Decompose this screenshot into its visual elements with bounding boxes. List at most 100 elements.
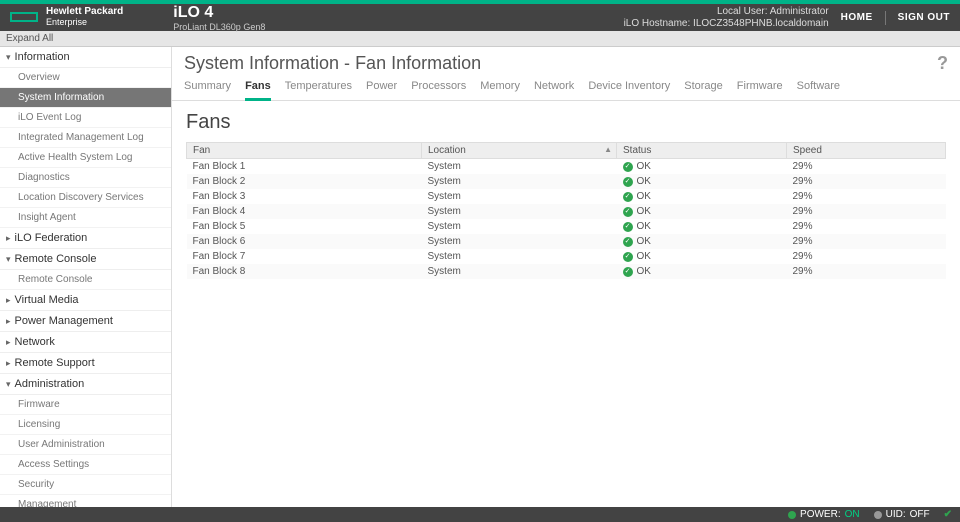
chevron-right-icon: ▸ bbox=[6, 295, 11, 306]
status-text: OK bbox=[637, 266, 651, 277]
table-row: Fan Block 7System✓OK29% bbox=[187, 249, 946, 264]
status-text: OK bbox=[637, 161, 651, 172]
table-row: Fan Block 6System✓OK29% bbox=[187, 234, 946, 249]
status-text: OK bbox=[637, 176, 651, 187]
status-text: OK bbox=[637, 236, 651, 247]
col-fan[interactable]: Fan bbox=[187, 143, 422, 159]
nav-admin-3[interactable]: Access Settings bbox=[0, 455, 171, 475]
cell-speed: 29% bbox=[787, 234, 946, 249]
footer-bar: POWER: ON UID: OFF ✔ bbox=[0, 507, 960, 522]
nav-info-3[interactable]: Integrated Management Log bbox=[0, 128, 171, 148]
status-ok-icon: ✓ bbox=[623, 207, 633, 217]
nav-info-7[interactable]: Insight Agent bbox=[0, 208, 171, 228]
power-dot-icon bbox=[788, 511, 796, 519]
nav-info-2[interactable]: iLO Event Log bbox=[0, 108, 171, 128]
nav-power-mgmt[interactable]: ▸Power Management bbox=[0, 311, 171, 332]
cell-fan: Fan Block 6 bbox=[187, 234, 422, 249]
page-title: System Information - Fan Information bbox=[184, 53, 481, 74]
uid-state: OFF bbox=[910, 509, 930, 520]
power-indicator[interactable]: POWER: ON bbox=[788, 509, 860, 520]
cell-location: System bbox=[422, 189, 617, 204]
tab-summary[interactable]: Summary bbox=[184, 80, 231, 96]
col-speed[interactable]: Speed bbox=[787, 143, 946, 159]
brand-block: Hewlett Packard Enterprise bbox=[10, 7, 123, 28]
power-state: ON bbox=[845, 509, 860, 520]
user-host: Local User: Administrator iLO Hostname: … bbox=[624, 6, 829, 30]
nav-info-1[interactable]: System Information bbox=[0, 88, 171, 108]
tab-software[interactable]: Software bbox=[797, 80, 840, 96]
nav-network-label: Network bbox=[15, 336, 55, 348]
tab-storage[interactable]: Storage bbox=[684, 80, 723, 96]
fan-table: Fan Location▲ Status Speed Fan Block 1Sy… bbox=[186, 142, 946, 279]
cell-fan: Fan Block 5 bbox=[187, 219, 422, 234]
tab-network[interactable]: Network bbox=[534, 80, 574, 96]
nav-federation-label: iLO Federation bbox=[15, 232, 88, 244]
nav-info-6[interactable]: Location Discovery Services bbox=[0, 188, 171, 208]
nav-power-mgmt-label: Power Management bbox=[15, 315, 113, 327]
nav-admin-5[interactable]: Management bbox=[0, 495, 171, 507]
cell-fan: Fan Block 3 bbox=[187, 189, 422, 204]
status-ok-icon: ✓ bbox=[623, 162, 633, 172]
cell-status: ✓OK bbox=[617, 249, 787, 264]
cell-status: ✓OK bbox=[617, 219, 787, 234]
cell-status: ✓OK bbox=[617, 174, 787, 189]
status-ok-icon: ✓ bbox=[623, 192, 633, 202]
page-title-main: Fan Information bbox=[355, 53, 481, 73]
tab-temperatures[interactable]: Temperatures bbox=[285, 80, 352, 96]
table-row: Fan Block 2System✓OK29% bbox=[187, 174, 946, 189]
tab-fans[interactable]: Fans bbox=[245, 80, 271, 101]
cell-status: ✓ OK bbox=[617, 204, 787, 219]
nav-info-0[interactable]: Overview bbox=[0, 68, 171, 88]
uid-indicator[interactable]: UID: OFF bbox=[874, 509, 930, 520]
cell-status: ✓ OK bbox=[617, 159, 787, 175]
nav-remote-console[interactable]: ▾Remote Console bbox=[0, 249, 171, 270]
col-location[interactable]: Location▲ bbox=[422, 143, 617, 159]
tab-device-inventory[interactable]: Device Inventory bbox=[588, 80, 670, 96]
nav-info-5[interactable]: Diagnostics bbox=[0, 168, 171, 188]
cell-status: ✓ OK bbox=[617, 189, 787, 204]
page-title-prefix: System Information - bbox=[184, 53, 355, 73]
tab-memory[interactable]: Memory bbox=[480, 80, 520, 96]
expand-all-button[interactable]: Expand All bbox=[6, 33, 53, 44]
nav-admin-0[interactable]: Firmware bbox=[0, 395, 171, 415]
nav-administration[interactable]: ▾Administration bbox=[0, 374, 171, 395]
chevron-right-icon: ▸ bbox=[6, 358, 11, 369]
cell-fan: Fan Block 8 bbox=[187, 264, 422, 279]
nav-info-4[interactable]: Active Health System Log bbox=[0, 148, 171, 168]
cell-location: System bbox=[422, 204, 617, 219]
signout-link[interactable]: SIGN OUT bbox=[898, 12, 950, 23]
content: System Information - Fan Information ? S… bbox=[172, 47, 960, 507]
col-status[interactable]: Status bbox=[617, 143, 787, 159]
nav-remote-support[interactable]: ▸Remote Support bbox=[0, 353, 171, 374]
nav-admin-1[interactable]: Licensing bbox=[0, 415, 171, 435]
nav-rc-0[interactable]: Remote Console bbox=[0, 270, 171, 290]
tab-processors[interactable]: Processors bbox=[411, 80, 466, 96]
cell-status: ✓OK bbox=[617, 234, 787, 249]
cell-location: System bbox=[422, 174, 617, 189]
status-text: OK bbox=[637, 206, 651, 217]
nav-information[interactable]: ▾Information bbox=[0, 47, 171, 68]
nav-network[interactable]: ▸Network bbox=[0, 332, 171, 353]
nav-admin-4[interactable]: Security bbox=[0, 475, 171, 495]
tab-power[interactable]: Power bbox=[366, 80, 397, 96]
nav-federation[interactable]: ▸iLO Federation bbox=[0, 228, 171, 249]
nav-remote-console-label: Remote Console bbox=[15, 253, 97, 265]
status-text: OK bbox=[637, 191, 651, 202]
top-divider bbox=[885, 11, 886, 25]
nav-virtual-media[interactable]: ▸Virtual Media bbox=[0, 290, 171, 311]
product-sub: ProLiant DL360p Gen8 bbox=[173, 22, 265, 32]
nav-admin-2[interactable]: User Administration bbox=[0, 435, 171, 455]
tab-firmware[interactable]: Firmware bbox=[737, 80, 783, 96]
cell-location: System bbox=[422, 234, 617, 249]
uid-label: UID: bbox=[886, 509, 906, 520]
hpe-logo-icon bbox=[10, 12, 38, 22]
table-row: Fan Block 8System✓OK29% bbox=[187, 264, 946, 279]
cell-speed: 29% bbox=[787, 264, 946, 279]
uid-dot-icon bbox=[874, 511, 882, 519]
section-heading: Fans bbox=[186, 111, 946, 134]
home-link[interactable]: HOME bbox=[841, 12, 873, 23]
status-check-icon: ✔ bbox=[944, 509, 952, 520]
power-label: POWER: bbox=[800, 509, 841, 520]
status-ok-icon: ✓ bbox=[623, 252, 633, 262]
help-icon[interactable]: ? bbox=[937, 53, 948, 74]
